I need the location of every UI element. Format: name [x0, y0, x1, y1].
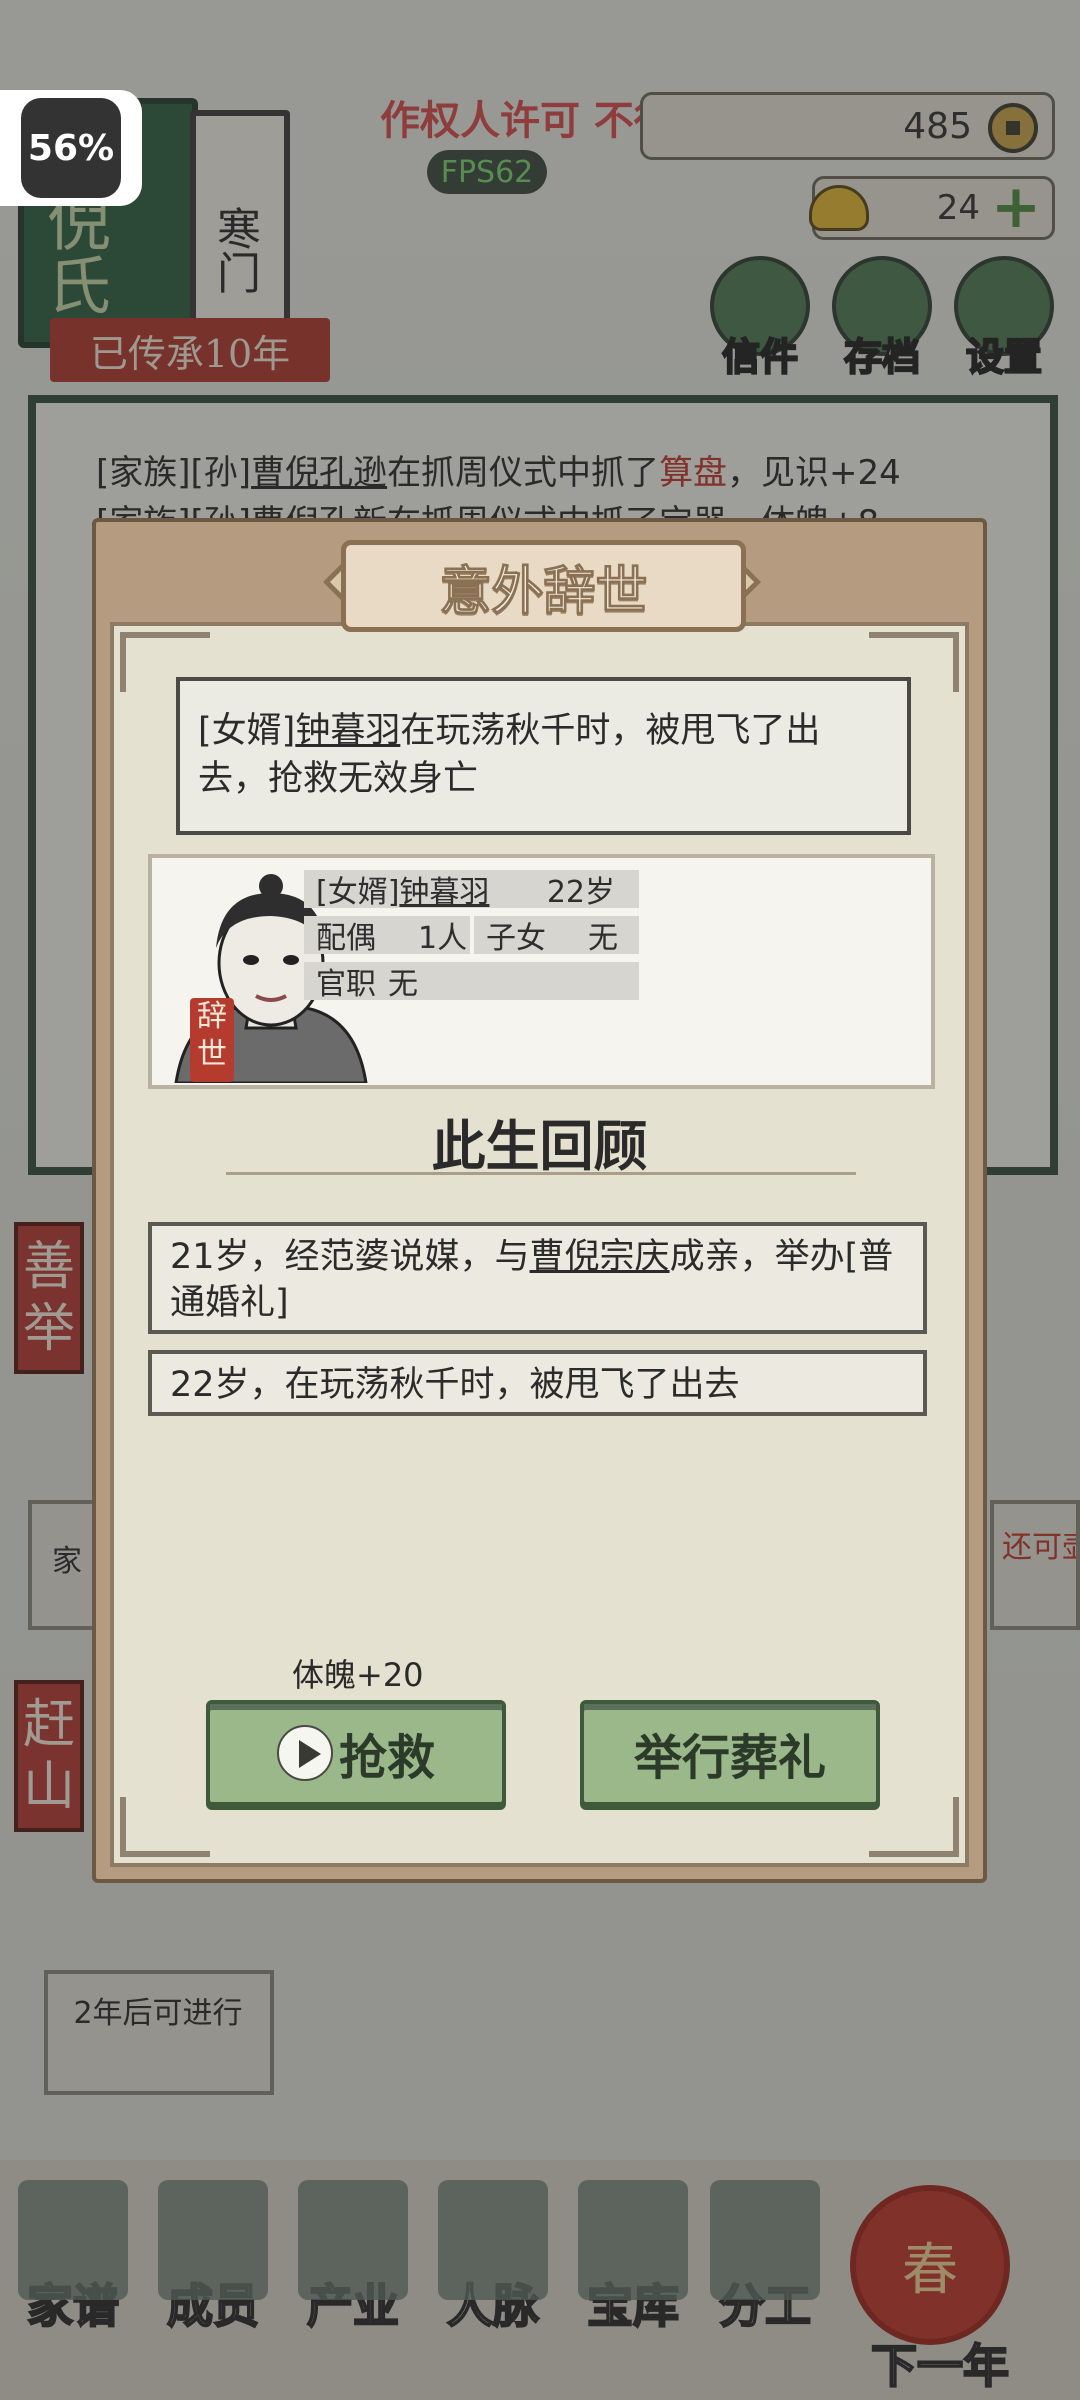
play-ad-icon: [276, 1725, 333, 1781]
corner-ornament: [120, 1797, 210, 1857]
life-review-title: 此生回顾: [431, 1115, 648, 1178]
office-row: 官职无: [304, 962, 639, 1002]
corner-ornament: [869, 1797, 959, 1857]
review-item: 21岁，经范婆说媒，与曹倪宗庆成亲，举办[普通婚礼]: [148, 1222, 927, 1334]
character-profile: 辞世 [女婿] 钟暮羽 22岁 配偶 1人 子女无 官职无: [148, 854, 935, 1089]
death-dialog: 意外辞世 [女婿]钟暮羽在玩荡秋千时，被甩飞了出去，抢救无效身亡 辞世 [女婿]…: [92, 518, 987, 1883]
name-row: [女婿] 钟暮羽 22岁: [304, 870, 639, 910]
funeral-button[interactable]: 举行葬礼: [580, 1700, 880, 1806]
rescue-button[interactable]: 抢救: [206, 1700, 506, 1806]
deceased-seal: 辞世: [190, 998, 234, 1082]
children-row: 子女无: [474, 916, 639, 956]
rescue-bonus: 体魄+20: [292, 1656, 424, 1694]
spouse-row: 配偶 1人: [304, 916, 470, 956]
battery-indicator: 56%: [0, 90, 142, 206]
review-item: 22岁，在玩荡秋千时，被甩飞了出去: [148, 1350, 927, 1416]
event-description: [女婿]钟暮羽在玩荡秋千时，被甩飞了出去，抢救无效身亡: [176, 677, 911, 835]
divider: [226, 1172, 856, 1175]
dialog-title: 意外辞世: [341, 540, 746, 632]
